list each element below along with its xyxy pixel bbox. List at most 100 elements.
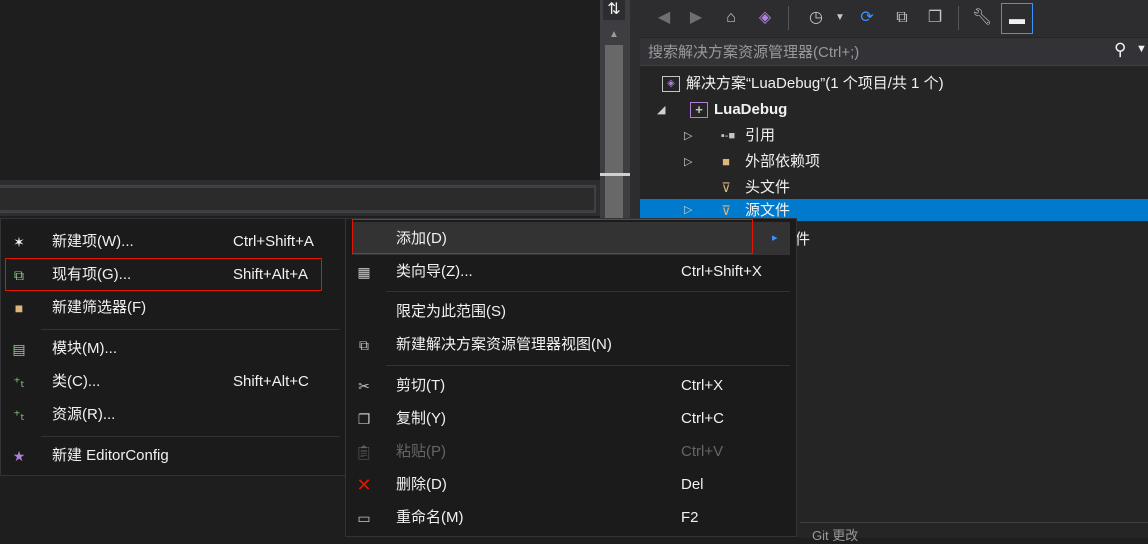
- menu-item-shortcut: Ctrl+V: [681, 443, 724, 460]
- new-filter-icon: ■: [14, 300, 24, 316]
- add-submenu: ✶ 新建项(W)... Ctrl+Shift+A ⧉ 现有项(G)... Shi…: [0, 218, 347, 476]
- solution-icon: ◈: [662, 76, 680, 93]
- filter-folder-icon: ⊽: [721, 180, 731, 196]
- menu-item-new-explorer-view[interactable]: ⧉ 新建解决方案资源管理器视图(N): [346, 328, 796, 361]
- menu-item-delete[interactable]: ✕ 删除(D) Del: [346, 468, 796, 501]
- tree-item-label: 头文件: [745, 179, 791, 196]
- new-item-icon: ✶: [13, 234, 25, 250]
- expanded-arrow-icon[interactable]: ◢: [657, 98, 665, 122]
- properties-wrench-icon[interactable]: 🔧︎: [970, 6, 994, 30]
- menu-item-label: 类(C)...: [52, 373, 101, 390]
- menu-item-rename[interactable]: ▭ 重命名(M) F2: [346, 501, 796, 534]
- solution-explorer-search: ⚲ ▼: [640, 38, 1148, 66]
- menu-item-label: 剪切(T): [396, 377, 446, 394]
- menu-item-shortcut: Ctrl+C: [681, 410, 724, 427]
- chevron-down-icon[interactable]: ▼: [828, 6, 852, 30]
- collapsed-arrow-icon[interactable]: ▷: [684, 198, 692, 220]
- menu-item-module[interactable]: ▤ 模块(M)...: [1, 332, 346, 365]
- class-icon: ⁺ₜ: [13, 374, 25, 390]
- rename-icon: ▭: [357, 510, 371, 526]
- tree-item-project[interactable]: + LuaDebug: [690, 98, 787, 122]
- menu-item-shortcut: Shift+Alt+C: [233, 373, 309, 390]
- tree-item-resources[interactable]: 件: [795, 228, 810, 252]
- search-input[interactable]: [648, 43, 1098, 61]
- search-options-chevron-icon[interactable]: ▼: [1136, 43, 1147, 55]
- menu-item-paste[interactable]: 📋︎ 粘贴(P) Ctrl+V: [346, 435, 796, 468]
- menu-item-label: 模块(M)...: [52, 340, 117, 357]
- menu-item-label: 新建项(W)...: [52, 233, 134, 250]
- highlight-add: [352, 219, 753, 254]
- toolbar-separator: [788, 6, 789, 30]
- menu-item-shortcut: Ctrl+X: [681, 377, 724, 394]
- scroll-up-icon[interactable]: ▲: [606, 30, 622, 40]
- submenu-arrow-icon: ▸: [772, 232, 778, 244]
- context-menu: 添加(D) ▸ ▦ 类向导(Z)... Ctrl+Shift+X 限定为此范围(…: [345, 218, 797, 537]
- menu-separator: [41, 436, 340, 437]
- menu-item-label: 新建筛选器(F): [52, 299, 147, 316]
- tree-item-solution[interactable]: ◈ 解决方案“LuaDebug”(1 个项目/共 1 个): [662, 72, 944, 96]
- menu-item-class[interactable]: ⁺ₜ 类(C)... Shift+Alt+C: [1, 365, 346, 398]
- menu-item-label: 资源(R)...: [52, 406, 116, 423]
- collapse-all-icon[interactable]: ⧉: [890, 6, 914, 30]
- menu-item-editorconfig[interactable]: ★ 新建 EditorConfig: [1, 439, 346, 472]
- menu-item-resource[interactable]: ⁺ₜ 资源(R)...: [1, 398, 346, 431]
- tree-item-external-deps[interactable]: ■ 外部依赖项: [716, 150, 820, 174]
- solution-explorer-toolbar: ◀ ▶ ⌂ ◈ ◷ ▼ ⟳ ⧉ ❐ 🔧︎ ▬: [640, 0, 1148, 37]
- menu-item-new-item[interactable]: ✶ 新建项(W)... Ctrl+Shift+A: [1, 225, 346, 258]
- editor-area: [0, 0, 600, 180]
- editorconfig-icon: ★: [12, 448, 26, 464]
- home-icon[interactable]: ⌂: [719, 6, 743, 30]
- menu-item-copy[interactable]: ❐ 复制(Y) Ctrl+C: [346, 402, 796, 435]
- menu-item-shortcut: Ctrl+Shift+X: [681, 263, 762, 280]
- git-changes-tab[interactable]: Git 更改: [800, 522, 1148, 543]
- highlight-existing-item: [5, 258, 322, 291]
- menu-item-label: 新建解决方案资源管理器视图(N): [396, 336, 612, 353]
- split-window-icon[interactable]: ⇅: [603, 0, 625, 20]
- vs-switch-views-icon[interactable]: ◈: [753, 6, 777, 30]
- menu-item-class-wizard[interactable]: ▦ 类向导(Z)... Ctrl+Shift+X: [346, 255, 796, 288]
- resource-icon: ⁺ₜ: [13, 407, 25, 423]
- delete-icon: ✕: [356, 475, 372, 495]
- git-changes-label: Git 更改: [812, 528, 859, 543]
- forward-icon[interactable]: ▶: [684, 6, 708, 30]
- menu-separator: [386, 365, 790, 366]
- menu-item-shortcut: Del: [681, 476, 704, 493]
- menu-item-new-filter[interactable]: ■ 新建筛选器(F): [1, 291, 346, 324]
- menu-item-cut[interactable]: ✂ 剪切(T) Ctrl+X: [346, 369, 796, 402]
- menu-item-shortcut: F2: [681, 509, 699, 526]
- collapsed-arrow-icon[interactable]: ▷: [684, 150, 692, 174]
- tree-item-label: 引用: [745, 127, 776, 144]
- history-icon[interactable]: ◷: [804, 6, 828, 30]
- menu-separator: [41, 329, 340, 330]
- tree-item-references[interactable]: ▪-■ 引用: [716, 124, 775, 148]
- sync-icon[interactable]: ⟳: [855, 6, 879, 30]
- cpp-project-icon: +: [690, 102, 708, 119]
- menu-item-label: 限定为此范围(S): [396, 303, 506, 320]
- menu-item-label: 删除(D): [396, 476, 447, 493]
- search-icon[interactable]: ⚲: [1114, 40, 1126, 60]
- menu-item-scope-to-this[interactable]: 限定为此范围(S): [346, 295, 796, 328]
- tree-item-label: 外部依赖项: [745, 153, 821, 170]
- menu-item-shortcut: Ctrl+Shift+A: [233, 233, 314, 250]
- menu-item-label: 新建 EditorConfig: [52, 447, 169, 464]
- collapsed-arrow-icon[interactable]: ▷: [684, 124, 692, 148]
- back-icon[interactable]: ◀: [652, 6, 676, 30]
- tree-item-headers[interactable]: ⊽ 头文件: [716, 176, 790, 200]
- references-icon: ▪-■: [720, 130, 736, 143]
- new-view-icon: ⧉: [359, 337, 369, 353]
- menu-item-label: 类向导(Z)...: [396, 263, 473, 280]
- external-deps-folder-icon: ■: [722, 154, 730, 170]
- module-icon: ▤: [12, 341, 26, 357]
- class-wizard-icon: ▦: [357, 264, 371, 280]
- show-all-files-icon[interactable]: ❐: [923, 6, 947, 30]
- tree-item-label: 件: [795, 231, 811, 248]
- horizontal-scrollbar-track: [0, 188, 594, 210]
- tree-item-label: 解决方案“LuaDebug”(1 个项目/共 1 个): [686, 75, 944, 92]
- paste-icon: 📋︎: [355, 444, 373, 460]
- preview-pin-icon[interactable]: ▬: [1001, 3, 1033, 34]
- scroll-position-marker: [600, 173, 630, 176]
- tree-item-label: LuaDebug: [714, 101, 788, 118]
- menu-item-label: 粘贴(P): [396, 443, 446, 460]
- cut-icon: ✂: [358, 378, 370, 394]
- toolbar-separator: [958, 6, 959, 30]
